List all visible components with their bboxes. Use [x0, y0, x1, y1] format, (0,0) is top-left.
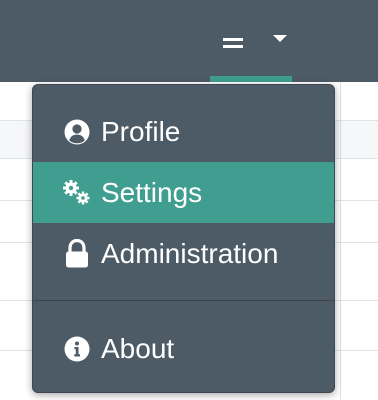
info-circle-icon	[61, 333, 93, 365]
user-dropdown-menu: Profile Settings Administration About	[32, 84, 335, 393]
background-column-divider	[340, 82, 341, 400]
user-circle-icon	[61, 116, 93, 148]
top-navbar	[0, 0, 378, 82]
menu-item-label: Profile	[101, 115, 181, 147]
cogs-icon	[61, 177, 93, 209]
menu-item-about[interactable]: About	[33, 318, 334, 379]
menu-item-settings[interactable]: Settings	[33, 162, 334, 223]
lock-icon	[61, 238, 93, 270]
menu-item-administration[interactable]: Administration	[33, 223, 334, 284]
menu-item-label: Settings	[101, 176, 203, 208]
hamburger-icon	[223, 38, 245, 48]
menu-divider	[33, 300, 334, 301]
caret-down-icon	[273, 35, 287, 42]
user-menu-toggle[interactable]	[210, 24, 294, 82]
menu-item-label: Administration	[101, 237, 279, 269]
menu-item-profile[interactable]: Profile	[33, 101, 334, 162]
menu-item-label: About	[101, 332, 175, 364]
